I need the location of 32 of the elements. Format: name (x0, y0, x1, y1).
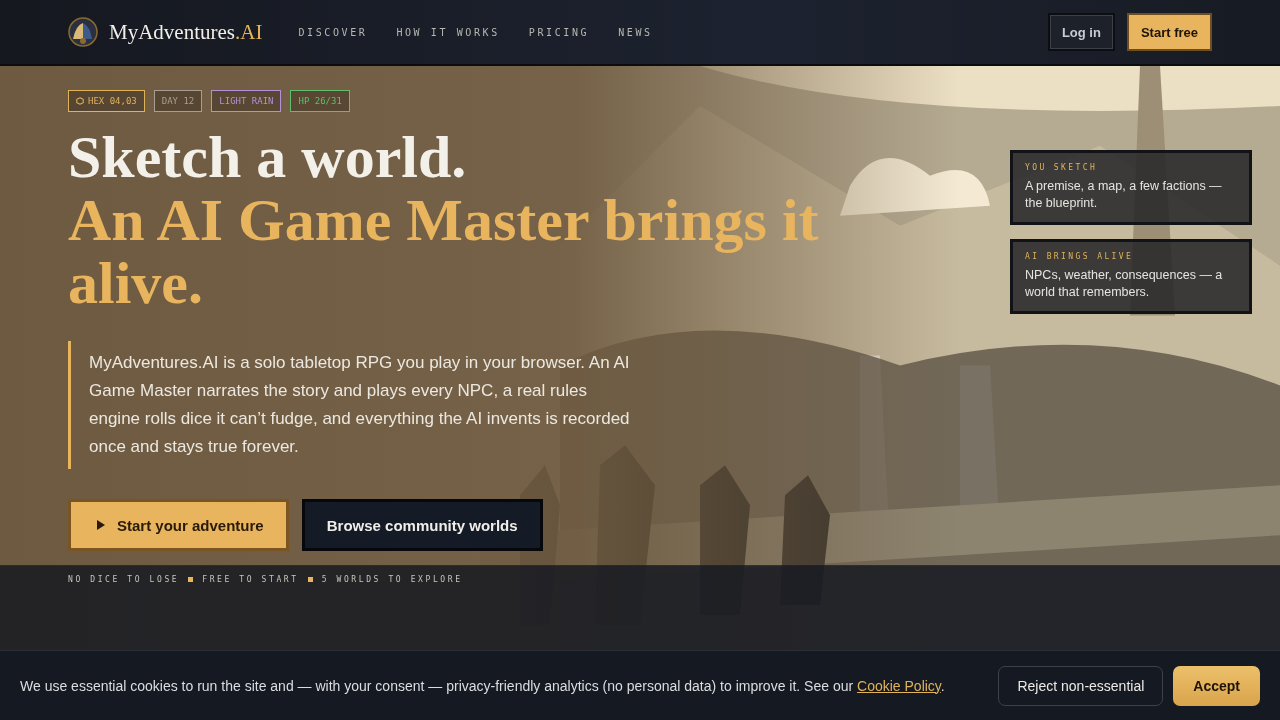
nav-link[interactable]: PRICING (528, 26, 590, 38)
login-button[interactable]: Log in (1047, 13, 1115, 51)
cookie-policy-link[interactable]: Cookie Policy (857, 677, 941, 694)
nav-link[interactable]: NEWS (618, 26, 653, 38)
start-free-button[interactable]: Start free (1126, 13, 1212, 51)
card-text: NPCs, weather, consequences — a world that remembers. (1025, 267, 1224, 301)
browse-worlds-button[interactable]: Browse community worlds (301, 499, 543, 551)
perk-text: 5 WORLDS TO EXPLORE (321, 575, 463, 584)
bullet-icon (188, 577, 194, 582)
status-tag: LIGHT RAIN (211, 90, 282, 112)
brand-name[interactable]: MyAdventures.AI (109, 19, 263, 45)
nav-link[interactable]: DISCOVER (298, 26, 368, 38)
hexagon-icon (76, 97, 84, 105)
card-label: YOU SKETCH (1025, 163, 1099, 172)
hero-title: Sketch a world. (68, 126, 468, 189)
perk-text: FREE TO START (202, 575, 299, 584)
card-label: AI BRINGS ALIVE (1025, 252, 1135, 261)
perk-text: NO DICE TO LOSE (68, 575, 180, 584)
status-tag: DAY 12 (153, 90, 203, 112)
card-text: A premise, a map, a few factions — the blueprint. (1025, 178, 1223, 212)
reject-button[interactable]: Reject non-essential (998, 665, 1164, 706)
hero-subtitle: An AI Game Master brings it alive. (68, 189, 820, 315)
logo-icon (68, 17, 98, 47)
status-tag: HEX 04,03 (68, 90, 145, 112)
bullet-icon (307, 577, 313, 582)
nav-link[interactable]: HOW IT WORKS (396, 26, 500, 38)
intro-paragraph: MyAdventures.AI is a solo tabletop RPG you play in your browser. An AI Game Master narrates the story and plays every NPC, a real rules engine rolls dice it can’t fudge, and everything the AI invents is recorded once and stays true forever. (68, 341, 634, 469)
status-tag: HP 26/31 (290, 90, 350, 112)
play-icon (97, 520, 105, 530)
accept-button[interactable]: Accept (1173, 665, 1260, 706)
cookie-message: We use essential cookies to run the site and — with your consent — privacy-friendly analytics (no personal data) to improve it. See our Cookie Policy. (20, 677, 945, 694)
start-adventure-button[interactable]: Start your adventure (68, 499, 289, 551)
